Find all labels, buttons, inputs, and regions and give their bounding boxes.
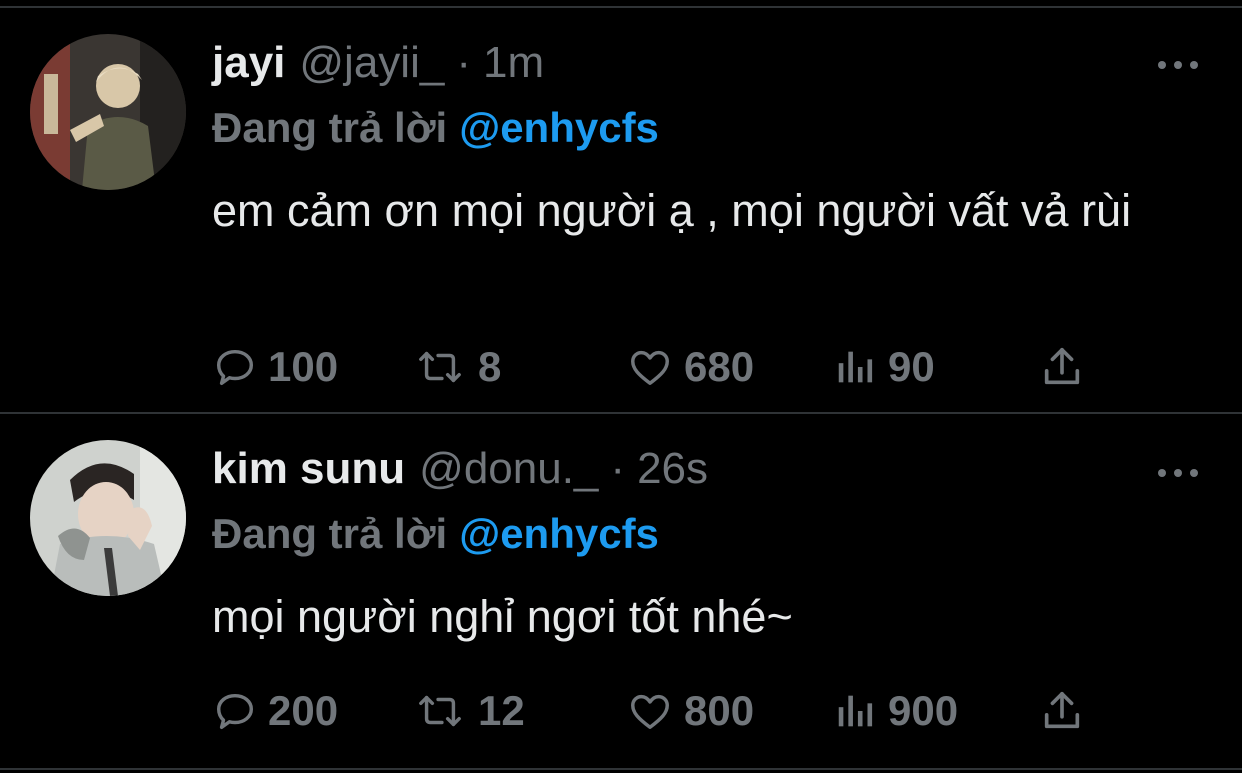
action-bar: 100 8 680 90 (212, 342, 1092, 392)
retweet-count: 12 (478, 687, 525, 734)
action-bar: 200 12 800 900 (212, 686, 1092, 736)
like-count: 680 (684, 343, 755, 390)
like-button[interactable]: 680 (626, 342, 754, 392)
views-icon (838, 351, 873, 383)
tweet-text: mọi người nghỉ ngơi tốt nhé~ (212, 591, 793, 642)
mention-link[interactable]: @enhycfs (459, 510, 659, 557)
retweet-button[interactable]: 8 (412, 342, 501, 392)
tweet-divider (0, 412, 1242, 414)
retweet-icon (419, 695, 461, 727)
retweet-count: 8 (478, 343, 502, 390)
views-button[interactable]: 90 (834, 342, 935, 392)
replying-to-label: Đang trả lời (212, 104, 448, 151)
user-handle[interactable]: @donu._ (419, 444, 598, 494)
like-count: 800 (684, 687, 755, 734)
display-name[interactable]: kim sunu (212, 444, 405, 494)
reply-count: 100 (268, 343, 339, 390)
top-divider (0, 6, 1242, 8)
display-name[interactable]: jayi (212, 38, 285, 88)
share-button[interactable] (1040, 686, 1094, 736)
tweet-header: jayi @jayii_ · 1m (212, 38, 544, 98)
views-icon (838, 695, 873, 727)
share-icon (1044, 691, 1080, 729)
user-handle[interactable]: @jayii_ (299, 38, 444, 88)
retweet-button[interactable]: 12 (412, 686, 525, 736)
retweet-icon (419, 351, 461, 383)
separator-dot: · (456, 38, 471, 87)
reply-icon (216, 349, 254, 386)
tweet-1[interactable]: jayi @jayii_ · 1m Đang trả lời @enhycfs e… (0, 30, 1242, 410)
share-icon (1044, 347, 1080, 385)
replying-to: Đang trả lời @enhycfs (212, 104, 659, 152)
reply-button[interactable]: 200 (212, 686, 338, 736)
separator-dot: · (610, 444, 626, 493)
tweet-2[interactable]: kim sunu @donu._ · 26s Đang trả lời @enhy… (0, 436, 1242, 766)
reply-icon (216, 693, 254, 730)
views-count: 900 (888, 687, 959, 734)
reply-button[interactable]: 100 (212, 342, 338, 392)
bottom-divider (0, 768, 1242, 770)
mention-link[interactable]: @enhycfs (459, 104, 659, 151)
like-icon (631, 350, 669, 386)
timestamp[interactable]: 26s (637, 444, 708, 494)
tweet-text: em cảm ơn mọi người ạ , mọi người vất vả… (212, 185, 1132, 236)
like-icon (631, 694, 669, 730)
views-count: 90 (888, 343, 935, 390)
replying-to-label: Đang trả lời (212, 510, 448, 557)
replying-to: Đang trả lời @enhycfs (212, 510, 659, 558)
avatar-jayi[interactable] (30, 34, 186, 190)
like-button[interactable]: 800 (626, 686, 754, 736)
more-icon[interactable] (1158, 58, 1198, 72)
share-button[interactable] (1040, 342, 1094, 392)
reply-count: 200 (268, 687, 339, 734)
avatar-kim-sunu[interactable] (30, 440, 186, 596)
views-button[interactable]: 900 (834, 686, 958, 736)
tweet-header: kim sunu @donu._ · 26s (212, 444, 708, 504)
more-icon[interactable] (1158, 466, 1198, 480)
timestamp[interactable]: 1m (483, 38, 544, 88)
